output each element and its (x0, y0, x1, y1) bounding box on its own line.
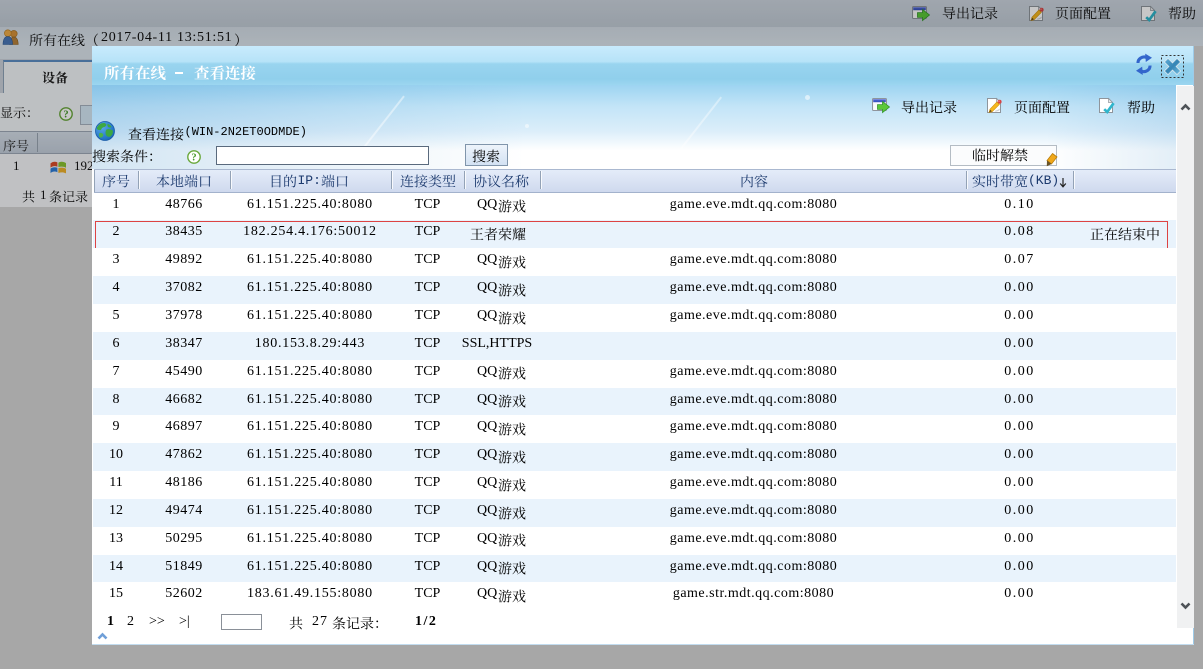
svg-text:?: ? (191, 153, 196, 164)
